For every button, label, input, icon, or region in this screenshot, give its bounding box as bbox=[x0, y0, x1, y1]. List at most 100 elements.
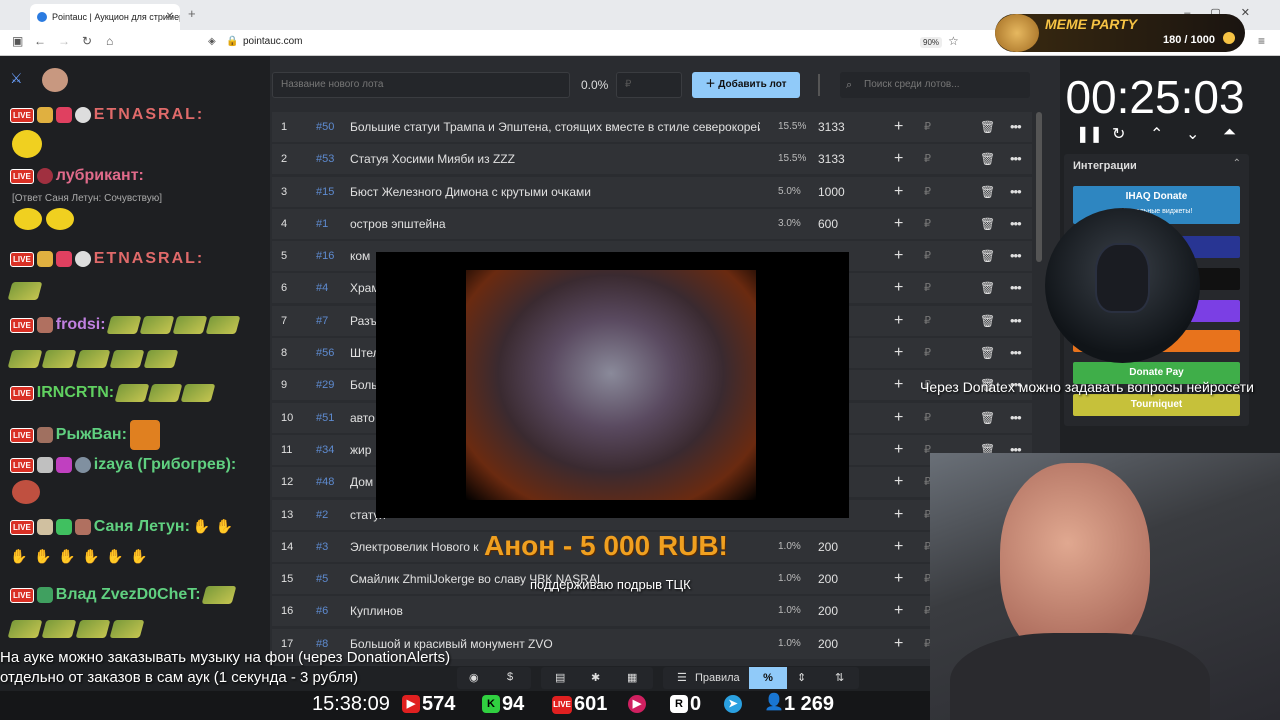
ruble-icon[interactable]: ₽ bbox=[924, 403, 931, 433]
lot-id[interactable]: #56 bbox=[316, 338, 334, 368]
more-options-icon[interactable]: ••• bbox=[1010, 403, 1022, 433]
trash-icon[interactable]: 🗑 bbox=[980, 306, 995, 336]
ruble-icon[interactable]: ₽ bbox=[924, 177, 931, 207]
menu-icon[interactable]: ≡ bbox=[1258, 34, 1265, 48]
add-amount-icon[interactable]: + bbox=[894, 467, 903, 497]
lot-name[interactable]: Большие статуи Трампа и Эпштена, стоящих… bbox=[350, 112, 760, 142]
close-tab-icon[interactable]: ✕ bbox=[166, 4, 174, 30]
more-options-icon[interactable]: ••• bbox=[1010, 306, 1022, 336]
add-amount-icon[interactable]: + bbox=[894, 596, 903, 626]
lot-id[interactable]: #51 bbox=[316, 403, 334, 433]
lot-id[interactable]: #1 bbox=[316, 209, 328, 239]
lot-amount[interactable]: 3133 bbox=[818, 144, 845, 174]
more-options-icon[interactable]: ••• bbox=[1010, 209, 1022, 239]
ruble-icon[interactable]: ₽ bbox=[924, 273, 931, 303]
add-amount-icon[interactable]: + bbox=[894, 370, 903, 400]
trash-icon[interactable]: 🗑 bbox=[980, 403, 995, 433]
trash-icon[interactable]: 🗑 bbox=[980, 338, 995, 368]
lot-id[interactable]: #53 bbox=[316, 144, 334, 174]
bookmark-star-icon[interactable]: ☆ bbox=[948, 34, 959, 48]
reload-icon[interactable]: ↻ bbox=[82, 34, 92, 48]
ruble-icon[interactable]: ₽ bbox=[924, 112, 931, 142]
lot-amount[interactable]: 200 bbox=[818, 564, 838, 594]
ruble-icon[interactable]: ₽ bbox=[924, 241, 931, 271]
bug-icon[interactable]: ✱ bbox=[591, 671, 600, 684]
chevron-down-icon[interactable]: ⌄ bbox=[1186, 124, 1199, 144]
ruble-icon[interactable]: ₽ bbox=[924, 144, 931, 174]
integration-button[interactable]: Tourniquet bbox=[1073, 394, 1240, 416]
lot-name[interactable]: Статуя Хосими Мияби из ZZZ bbox=[350, 144, 760, 174]
lot-id[interactable]: #15 bbox=[316, 177, 334, 207]
add-lot-button[interactable]: ＋ Добавить лот bbox=[692, 72, 800, 98]
lot-id[interactable]: #4 bbox=[316, 273, 328, 303]
lot-id[interactable]: #3 bbox=[316, 532, 328, 562]
add-amount-icon[interactable]: + bbox=[894, 112, 903, 142]
ruble-icon[interactable]: ₽ bbox=[924, 209, 931, 239]
add-amount-icon[interactable]: + bbox=[894, 500, 903, 530]
lot-id[interactable]: #34 bbox=[316, 435, 334, 465]
more-options-icon[interactable]: ••• bbox=[1010, 112, 1022, 142]
lot-amount[interactable]: 3133 bbox=[818, 112, 845, 142]
double-chevron-up-icon[interactable]: ⏶ bbox=[1223, 124, 1236, 142]
lot-id[interactable]: #6 bbox=[316, 596, 328, 626]
lot-id[interactable]: #2 bbox=[316, 500, 328, 530]
dollar-icon[interactable]: $ bbox=[507, 671, 513, 683]
forward-icon[interactable]: → bbox=[58, 34, 70, 48]
more-options-icon[interactable]: ••• bbox=[1010, 273, 1022, 303]
percent-toggle[interactable]: % bbox=[749, 667, 787, 689]
add-amount-icon[interactable]: + bbox=[894, 144, 903, 174]
more-options-icon[interactable]: ••• bbox=[1010, 241, 1022, 271]
add-amount-icon[interactable]: + bbox=[894, 629, 903, 659]
lot-name-input[interactable]: Название нового лота bbox=[272, 72, 570, 98]
url-field[interactable]: pointauc.com bbox=[243, 36, 302, 47]
lot-amount-input[interactable]: ₽ bbox=[616, 72, 682, 98]
browser-tab[interactable]: Pointauc | Аукцион для стримеров ✕ bbox=[30, 4, 180, 30]
home-icon[interactable]: ⌂ bbox=[106, 34, 113, 48]
lot-amount[interactable]: 200 bbox=[818, 532, 838, 562]
sort-icon[interactable]: ⇅ bbox=[835, 671, 844, 684]
add-amount-icon[interactable]: + bbox=[894, 564, 903, 594]
trash-icon[interactable]: 🗑 bbox=[980, 112, 995, 142]
ruble-icon[interactable]: ₽ bbox=[924, 306, 931, 336]
ruble-icon[interactable]: ₽ bbox=[924, 338, 931, 368]
add-amount-icon[interactable]: + bbox=[894, 306, 903, 336]
lot-id[interactable]: #29 bbox=[316, 370, 334, 400]
search-input[interactable]: ⌕ Поиск среди лотов... bbox=[840, 72, 1030, 98]
add-amount-icon[interactable]: + bbox=[894, 209, 903, 239]
reset-icon[interactable]: ↻ bbox=[1112, 124, 1125, 144]
save-icon[interactable]: ▤ bbox=[555, 671, 565, 684]
lot-name[interactable]: остров эпштейна bbox=[350, 209, 760, 239]
more-options-icon[interactable]: ••• bbox=[1010, 177, 1022, 207]
rules-button[interactable]: Правила bbox=[695, 672, 740, 684]
add-amount-icon[interactable]: + bbox=[894, 273, 903, 303]
more-options-icon[interactable]: ••• bbox=[1010, 338, 1022, 368]
trash-list-icon[interactable]: ▦ bbox=[627, 671, 637, 684]
lot-id[interactable]: #50 bbox=[316, 112, 334, 142]
github-icon[interactable]: ◉ bbox=[469, 671, 479, 684]
add-amount-icon[interactable]: + bbox=[894, 177, 903, 207]
pause-icon[interactable]: ❚❚ bbox=[1076, 124, 1103, 144]
lot-id[interactable]: #48 bbox=[316, 467, 334, 497]
new-tab-button[interactable]: + bbox=[188, 6, 196, 21]
back-icon[interactable]: ← bbox=[34, 34, 46, 48]
split-icon[interactable]: ⇕ bbox=[797, 671, 806, 684]
trash-icon[interactable]: 🗑 bbox=[980, 241, 995, 271]
trash-icon[interactable]: 🗑 bbox=[980, 177, 995, 207]
trash-icon[interactable]: 🗑 bbox=[980, 209, 995, 239]
add-amount-icon[interactable]: + bbox=[894, 435, 903, 465]
zoom-level[interactable]: 90% bbox=[920, 37, 943, 48]
lot-amount[interactable]: 600 bbox=[818, 209, 838, 239]
scrollbar[interactable] bbox=[1036, 112, 1042, 262]
chevron-up-icon[interactable]: ⌃ bbox=[1150, 124, 1163, 144]
lot-amount[interactable]: 200 bbox=[818, 629, 838, 659]
lot-name[interactable]: Бюст Железного Димона с крутыми очками bbox=[350, 177, 760, 207]
lot-amount[interactable]: 200 bbox=[818, 596, 838, 626]
trash-icon[interactable]: 🗑 bbox=[980, 273, 995, 303]
collapse-icon[interactable]: ⌃ bbox=[1233, 158, 1241, 169]
add-amount-icon[interactable]: + bbox=[894, 338, 903, 368]
add-amount-icon[interactable]: + bbox=[894, 532, 903, 562]
shield-icon[interactable]: ◈ bbox=[208, 36, 216, 47]
add-amount-icon[interactable]: + bbox=[894, 403, 903, 433]
lot-id[interactable]: #16 bbox=[316, 241, 334, 271]
lot-name[interactable]: Куплинов bbox=[350, 596, 760, 626]
